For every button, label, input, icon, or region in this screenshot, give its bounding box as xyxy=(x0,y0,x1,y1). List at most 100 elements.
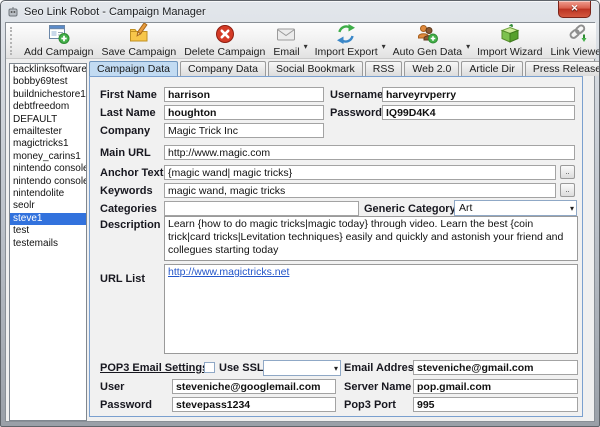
link-viewer-button[interactable]: Link Viewer xyxy=(546,22,600,59)
list-item-selected[interactable]: steve1 xyxy=(10,213,86,225)
window-title: Seo Link Robot - Campaign Manager xyxy=(24,6,206,18)
list-item[interactable]: money_carins1 xyxy=(10,151,86,163)
url-list-textarea[interactable]: http://www.magictricks.net xyxy=(164,264,578,354)
add-campaign-icon xyxy=(47,23,71,45)
main-url-field[interactable] xyxy=(164,145,575,160)
first-name-label: First Name xyxy=(100,89,157,101)
list-item[interactable]: buildnichestore1 xyxy=(10,89,86,101)
tab-campaign-data[interactable]: Campaign Data xyxy=(89,61,178,76)
add-campaign-button[interactable]: Add Campaign xyxy=(20,22,97,59)
username-label: Username xyxy=(330,89,383,101)
username-field[interactable] xyxy=(382,87,575,102)
tab-company-data[interactable]: Company Data xyxy=(180,61,266,76)
toolbar-grip[interactable] xyxy=(10,27,12,55)
list-item[interactable]: debtfreedom xyxy=(10,101,86,113)
email-dropdown-arrow-icon[interactable]: ▾ xyxy=(304,42,308,51)
password-field[interactable] xyxy=(382,105,575,120)
import-wizard-button[interactable]: Import Wizard xyxy=(473,22,546,59)
chevron-down-icon: ▾ xyxy=(570,204,574,213)
email-button[interactable]: Email xyxy=(269,22,303,59)
import-export-button[interactable]: Import Export xyxy=(311,22,382,59)
description-textarea[interactable]: Learn {how to do magic tricks|magic toda… xyxy=(164,216,578,261)
tab-article-dir[interactable]: Article Dir xyxy=(461,61,523,76)
pop3-port-field[interactable] xyxy=(413,397,578,412)
company-label: Company xyxy=(100,125,150,137)
pop3-user-field[interactable] xyxy=(172,379,336,394)
email-address-label: Email Address xyxy=(344,362,420,374)
link-viewer-icon xyxy=(567,23,589,45)
list-item[interactable]: emailtester xyxy=(10,126,86,138)
list-item[interactable]: nintendo consoles 2 xyxy=(10,176,86,188)
last-name-field[interactable] xyxy=(164,105,324,120)
tab-web-20[interactable]: Web 2.0 xyxy=(404,61,459,76)
password-label: Password xyxy=(330,107,382,119)
company-field[interactable] xyxy=(164,123,324,138)
tab-social-bookmark[interactable]: Social Bookmark xyxy=(268,61,363,76)
last-name-label: Last Name xyxy=(100,107,156,119)
generic-category-label: Generic Category xyxy=(364,203,456,215)
pop3-password-label: Password xyxy=(100,399,152,411)
url-list-link[interactable]: http://www.magictricks.net xyxy=(168,266,289,278)
list-item[interactable]: testemails xyxy=(10,238,86,250)
delete-campaign-icon xyxy=(214,23,236,45)
import-export-icon xyxy=(335,23,357,45)
list-item[interactable]: test xyxy=(10,225,86,237)
keywords-more-button[interactable]: .. xyxy=(560,183,575,197)
save-campaign-icon xyxy=(127,23,151,45)
list-item[interactable]: bobby69test xyxy=(10,76,86,88)
use-ssl-label: Use SSL xyxy=(219,362,264,374)
list-item[interactable]: seolr xyxy=(10,200,86,212)
pop3-section-label: POP3 Email Settings xyxy=(100,362,208,374)
description-label: Description xyxy=(100,219,161,231)
main-url-label: Main URL xyxy=(100,147,151,159)
server-name-field[interactable] xyxy=(413,379,578,394)
auto-gen-data-button[interactable]: Auto Gen Data xyxy=(389,22,466,59)
email-label: Email xyxy=(273,46,299,58)
ssl-dropdown[interactable]: ▾ xyxy=(263,360,341,376)
list-item[interactable]: magictricks1 xyxy=(10,138,86,150)
list-item[interactable]: nintendolite xyxy=(10,188,86,200)
pop3-password-field[interactable] xyxy=(172,397,336,412)
list-item[interactable]: DEFAULT xyxy=(10,114,86,126)
tab-press-release[interactable]: Press Release xyxy=(525,61,600,76)
use-ssl-checkbox[interactable] xyxy=(204,362,215,373)
keywords-label: Keywords xyxy=(100,185,153,197)
categories-label: Categories xyxy=(100,203,157,215)
save-campaign-label: Save Campaign xyxy=(101,46,176,58)
list-item[interactable]: nintendo consoles xyxy=(10,163,86,175)
app-icon xyxy=(7,6,19,18)
first-name-field[interactable] xyxy=(164,87,324,102)
campaign-list: backlinksoftware bobby69test buildniches… xyxy=(9,63,87,421)
tab-strip: Campaign Data Company Data Social Bookma… xyxy=(89,61,600,76)
app-window: Seo Link Robot - Campaign Manager ✕ Add … xyxy=(0,0,600,427)
generic-category-value: Art xyxy=(459,202,472,214)
pop3-user-label: User xyxy=(100,381,124,393)
toolbar: Add Campaign Save Campaign Delete Campai… xyxy=(6,23,596,59)
anchor-text-more-button[interactable]: .. xyxy=(560,165,575,179)
titlebar[interactable]: Seo Link Robot - Campaign Manager xyxy=(7,3,555,21)
add-campaign-label: Add Campaign xyxy=(24,46,93,58)
import-export-dropdown-arrow-icon[interactable]: ▾ xyxy=(382,42,386,51)
save-campaign-button[interactable]: Save Campaign xyxy=(97,22,180,59)
anchor-text-field[interactable] xyxy=(164,165,556,180)
email-icon xyxy=(275,23,297,45)
chevron-down-icon: ▾ xyxy=(334,364,338,373)
delete-campaign-button[interactable]: Delete Campaign xyxy=(180,22,269,59)
keywords-field[interactable] xyxy=(164,183,556,198)
close-button[interactable]: ✕ xyxy=(558,1,591,18)
import-wizard-label: Import Wizard xyxy=(477,46,542,58)
import-export-label: Import Export xyxy=(315,46,378,58)
generic-category-dropdown[interactable]: Art ▾ xyxy=(454,200,577,216)
auto-gen-data-icon xyxy=(416,23,439,45)
pop3-port-label: Pop3 Port xyxy=(344,399,396,411)
tab-rss[interactable]: RSS xyxy=(365,61,403,76)
anchor-text-label: Anchor Text xyxy=(100,167,163,179)
categories-field[interactable] xyxy=(164,201,359,216)
delete-campaign-label: Delete Campaign xyxy=(184,46,265,58)
campaign-data-panel: First Name Username Last Name Password C… xyxy=(89,76,583,417)
list-item[interactable]: backlinksoftware xyxy=(10,64,86,76)
server-name-label: Server Name xyxy=(344,381,411,393)
auto-gen-data-dropdown-arrow-icon[interactable]: ▾ xyxy=(466,42,470,51)
email-address-field[interactable] xyxy=(413,360,578,375)
link-viewer-label: Link Viewer xyxy=(550,46,600,58)
